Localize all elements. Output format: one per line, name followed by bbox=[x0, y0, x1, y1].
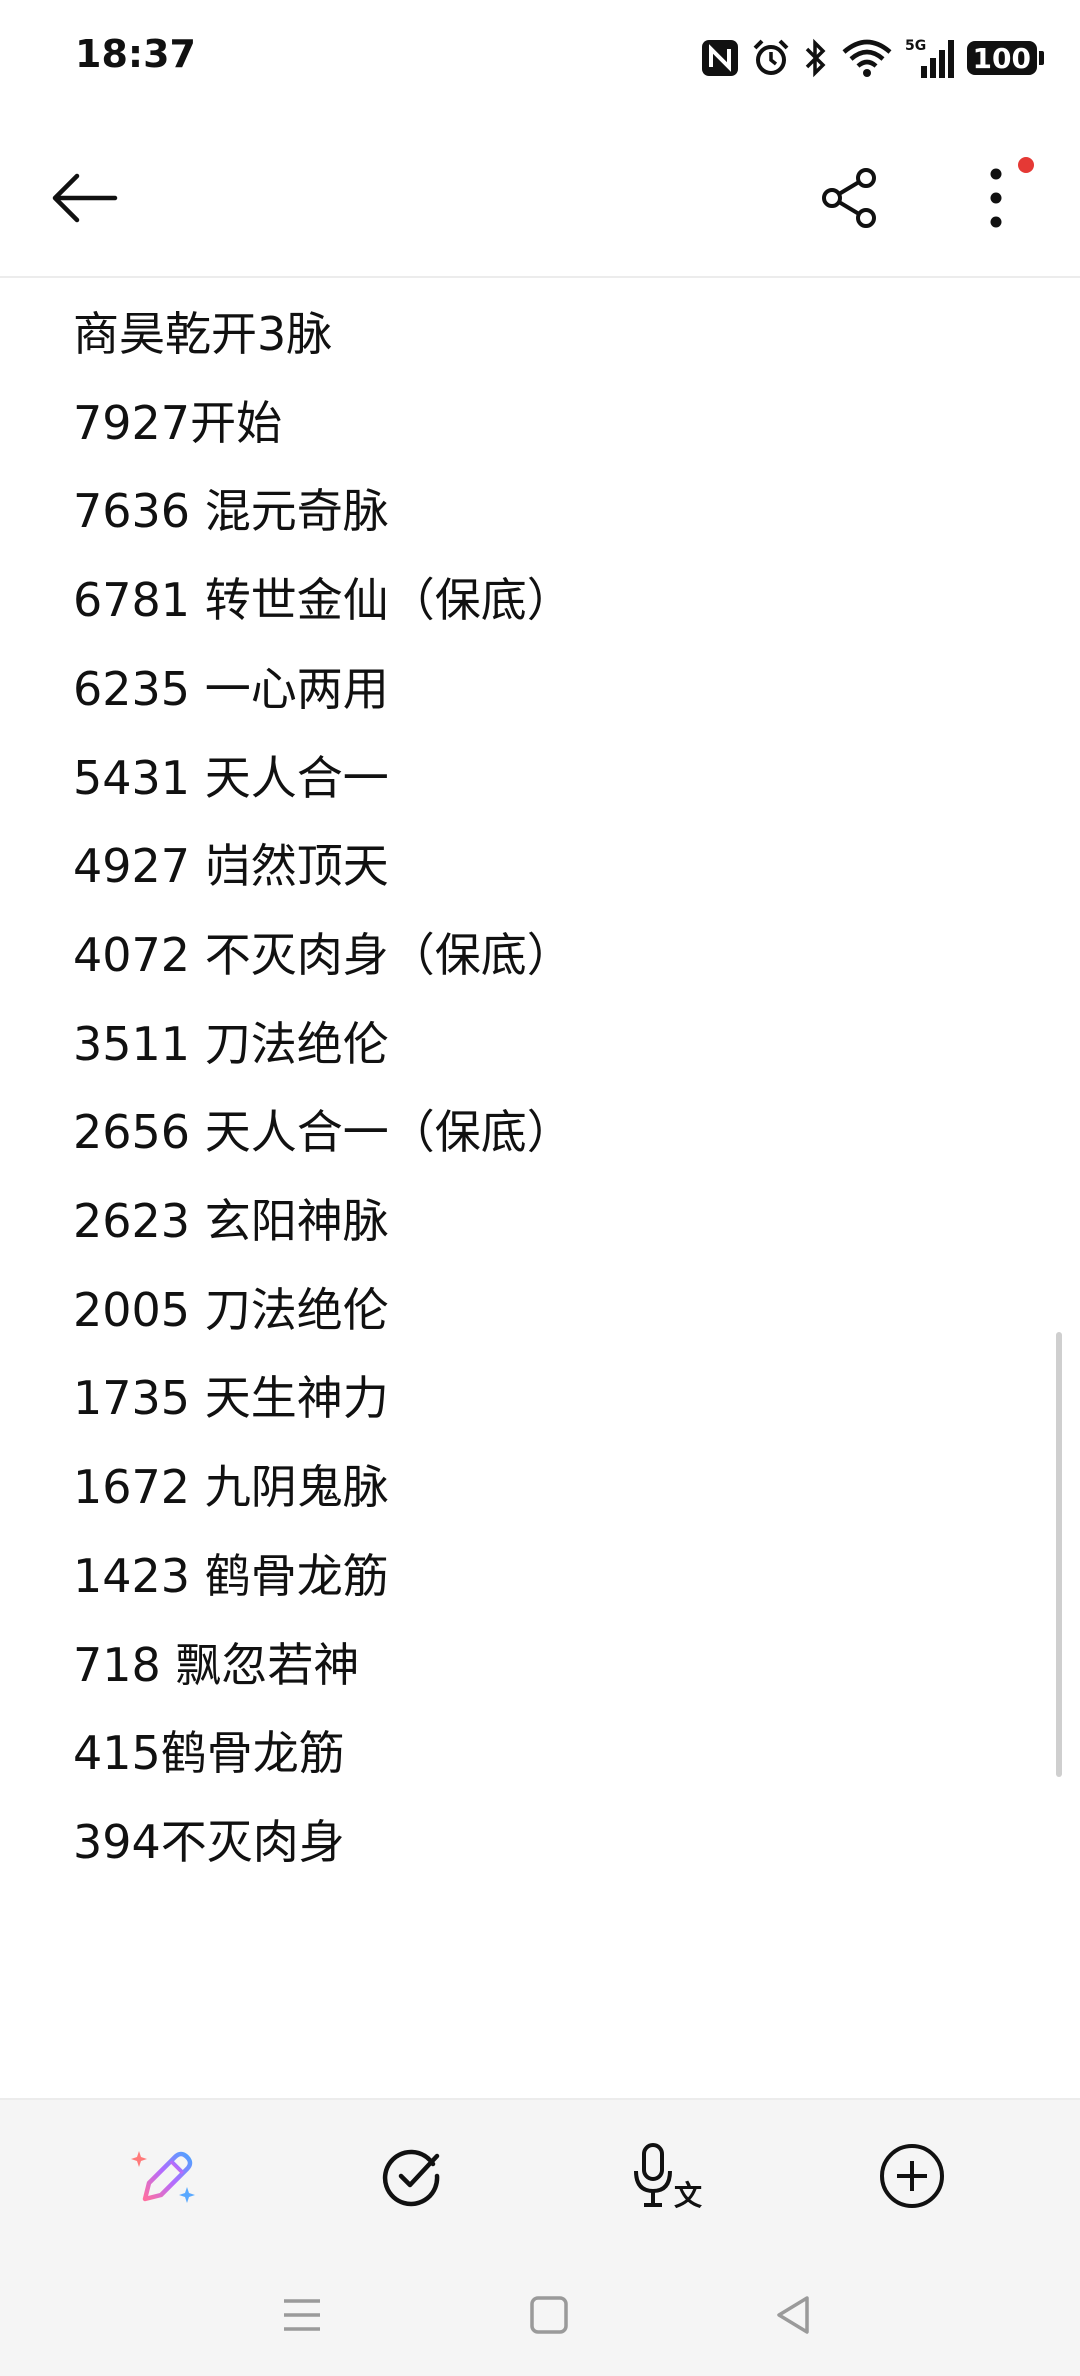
voice-to-text-button[interactable]: 文 bbox=[626, 2136, 706, 2216]
note-line: 6781 转世金仙（保底） bbox=[73, 573, 573, 628]
share-icon bbox=[822, 168, 876, 228]
back-button[interactable] bbox=[36, 150, 132, 246]
note-line: 1423 鹤骨龙筋 bbox=[73, 1548, 389, 1603]
wifi-icon bbox=[841, 38, 893, 78]
note-line: 4927 岿然顶天 bbox=[73, 839, 389, 894]
notification-dot bbox=[1018, 157, 1034, 173]
recents-icon bbox=[284, 2299, 320, 2331]
note-content[interactable]: 商昊乾开3脉 7927开始 7636 混元奇脉 6781 转世金仙（保底） 6235 一… bbox=[0, 290, 1040, 2070]
battery-icon: 100 bbox=[966, 41, 1044, 75]
note-line: 2623 玄阳神脉 bbox=[73, 1194, 389, 1248]
signal-icon: 5G bbox=[905, 36, 955, 80]
note-line: 718 飘忽若神 bbox=[73, 1637, 360, 1692]
add-icon bbox=[880, 2144, 944, 2208]
home-icon bbox=[530, 2296, 568, 2334]
home-button[interactable] bbox=[514, 2280, 584, 2350]
top-toolbar bbox=[0, 118, 1080, 278]
share-button[interactable] bbox=[803, 150, 899, 246]
nav-back-button[interactable] bbox=[758, 2280, 828, 2350]
note-line: 商昊乾开3脉 bbox=[73, 307, 333, 361]
status-time: 18:37 bbox=[75, 32, 196, 76]
status-icons: 5G 100 bbox=[701, 34, 1044, 82]
more-vert-icon bbox=[990, 168, 1002, 228]
note-line: 5431 天人合一 bbox=[73, 750, 389, 805]
svg-text:文: 文 bbox=[674, 2179, 702, 2209]
note-line: 2005 刀法绝伦 bbox=[73, 1282, 389, 1337]
bottom-toolbar: 文 bbox=[0, 2098, 1080, 2252]
status-bar: 18:37 5G 100 bbox=[0, 0, 1080, 118]
battery-level: 100 bbox=[966, 41, 1037, 75]
checklist-button[interactable] bbox=[373, 2136, 453, 2216]
note-line: 7636 混元奇脉 bbox=[73, 484, 389, 539]
note-line: 394不灭肉身 bbox=[73, 1814, 345, 1869]
note-line: 415鹤骨龙筋 bbox=[73, 1726, 345, 1781]
ai-pen-button[interactable] bbox=[126, 2136, 206, 2216]
checklist-icon bbox=[382, 2149, 440, 2207]
note-line: 6235 一心两用 bbox=[73, 661, 389, 716]
recents-button[interactable] bbox=[267, 2280, 337, 2350]
back-icon bbox=[777, 2296, 809, 2334]
add-button[interactable] bbox=[872, 2136, 952, 2216]
svg-text:5G: 5G bbox=[905, 38, 926, 54]
note-line: 7927开始 bbox=[73, 395, 283, 450]
note-line: 4072 不灭肉身（保底） bbox=[73, 927, 573, 982]
voice-to-text-icon: 文 bbox=[634, 2143, 702, 2209]
alarm-icon bbox=[751, 38, 791, 78]
bluetooth-icon bbox=[803, 38, 829, 78]
nfc-icon bbox=[701, 39, 739, 77]
note-line: 1735 天生神力 bbox=[73, 1371, 389, 1426]
scrollbar-thumb[interactable] bbox=[1056, 1332, 1062, 1777]
back-arrow-icon bbox=[52, 173, 118, 223]
note-line: 2656 天人合一（保底） bbox=[73, 1105, 573, 1160]
ai-pen-icon bbox=[131, 2151, 195, 2203]
note-line: 3511 刀法绝伦 bbox=[73, 1016, 389, 1071]
system-nav-bar bbox=[0, 2250, 1080, 2376]
note-line: 1672 九阴鬼脉 bbox=[73, 1460, 389, 1515]
